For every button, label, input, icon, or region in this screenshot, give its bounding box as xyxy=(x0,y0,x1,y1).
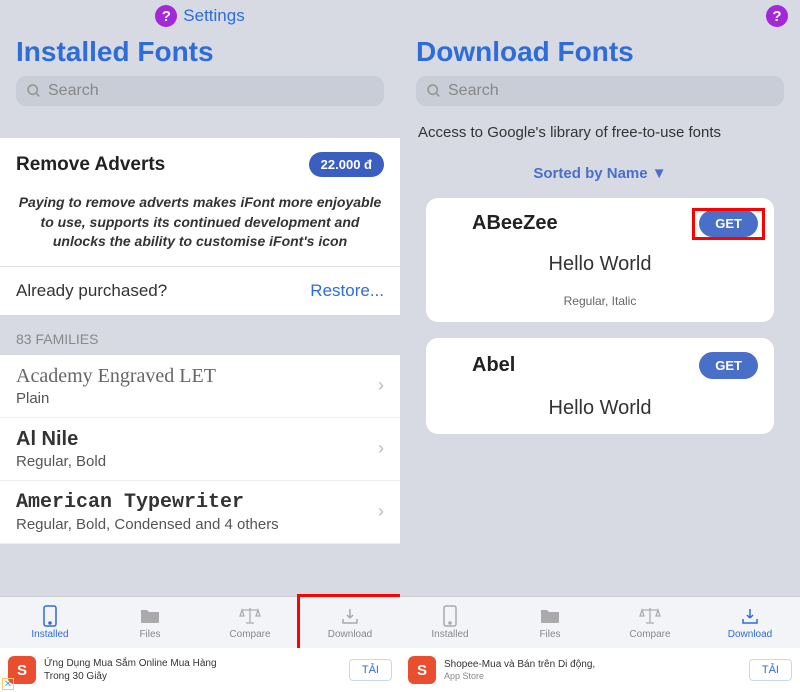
ad-close-icon[interactable]: ✕ xyxy=(2,678,14,690)
font-name: Al Nile xyxy=(16,428,106,451)
font-card[interactable]: Abel GET Hello World xyxy=(426,338,774,434)
search-input[interactable]: Search xyxy=(416,76,784,106)
search-placeholder: Search xyxy=(48,82,99,100)
font-card-styles: Regular, Italic xyxy=(442,294,758,308)
remove-adverts-card: Remove Adverts 22.000 đ Paying to remove… xyxy=(0,138,400,315)
tab-label: Installed xyxy=(31,629,68,640)
search-icon xyxy=(26,83,42,99)
tab-installed[interactable]: Installed xyxy=(400,597,500,648)
font-preview: Hello World xyxy=(442,253,758,276)
settings-link[interactable]: Settings xyxy=(183,6,244,26)
download-icon xyxy=(739,605,761,627)
ad-install-button[interactable]: TẢI xyxy=(349,659,392,681)
search-placeholder: Search xyxy=(448,82,499,100)
top-bar-left: ? Settings xyxy=(0,0,400,32)
font-row[interactable]: American Typewriter Regular, Bold, Conde… xyxy=(0,481,400,544)
library-subtitle: Access to Google's library of free-to-us… xyxy=(400,118,800,153)
tab-bar: Installed Files Compare Download xyxy=(0,596,400,648)
font-row[interactable]: Al Nile Regular, Bold › xyxy=(0,418,400,481)
tab-label: Compare xyxy=(229,629,270,640)
tab-compare[interactable]: Compare xyxy=(600,597,700,648)
price-badge[interactable]: 22.000 đ xyxy=(309,152,384,177)
purchased-label: Already purchased? xyxy=(16,281,167,301)
tab-label: Compare xyxy=(629,629,670,640)
families-header: 83 FAMILIES xyxy=(0,315,400,355)
search-icon xyxy=(426,83,442,99)
get-button[interactable]: GET xyxy=(699,352,758,379)
tab-files[interactable]: Files xyxy=(500,597,600,648)
left-panel: ? Settings Installed Fonts Search Remove… xyxy=(0,0,400,692)
tab-compare[interactable]: Compare xyxy=(200,597,300,648)
adverts-description: Paying to remove adverts makes iFont mor… xyxy=(0,191,400,266)
download-icon xyxy=(339,605,361,627)
tab-label: Download xyxy=(328,629,372,640)
tab-label: Download xyxy=(728,629,772,640)
font-styles: Regular, Bold xyxy=(16,453,106,470)
phone-icon xyxy=(439,605,461,627)
folder-icon xyxy=(539,605,561,627)
tab-installed[interactable]: Installed xyxy=(0,597,100,648)
ad-install-button[interactable]: TẢI xyxy=(749,659,792,681)
tab-label: Files xyxy=(539,629,560,640)
scale-icon xyxy=(239,605,261,627)
get-button[interactable]: GET xyxy=(699,210,758,237)
phone-icon xyxy=(39,605,61,627)
font-styles: Plain xyxy=(16,390,216,407)
font-name: American Typewriter xyxy=(16,491,279,514)
help-icon[interactable]: ? xyxy=(766,5,788,27)
font-name: Academy Engraved LET xyxy=(16,365,216,388)
ad-text: Ứng Dụng Mua Sắm Online Mua Hàng Trong 3… xyxy=(44,657,343,683)
tab-files[interactable]: Files xyxy=(100,597,200,648)
search-input[interactable]: Search xyxy=(16,76,384,106)
top-bar-right: ? xyxy=(400,0,800,32)
ad-strip[interactable]: S Shopee-Mua và Bán trên Di động, App St… xyxy=(400,648,800,692)
folder-icon xyxy=(139,605,161,627)
font-card-name: ABeeZee xyxy=(472,212,558,235)
page-title: Installed Fonts xyxy=(0,32,400,76)
help-icon[interactable]: ? xyxy=(155,5,177,27)
scale-icon xyxy=(639,605,661,627)
remove-adverts-title: Remove Adverts xyxy=(16,154,165,176)
font-card[interactable]: ABeeZee GET Hello World Regular, Italic xyxy=(426,198,774,322)
sort-dropdown[interactable]: Sorted by Name ▼ xyxy=(400,153,800,198)
ad-app-icon: S xyxy=(408,656,436,684)
chevron-right-icon: › xyxy=(378,501,384,522)
tab-label: Installed xyxy=(431,629,468,640)
ad-strip[interactable]: ✕ S Ứng Dụng Mua Sắm Online Mua Hàng Tro… xyxy=(0,648,400,692)
tab-download[interactable]: Download xyxy=(700,597,800,648)
tab-label: Files xyxy=(139,629,160,640)
font-styles: Regular, Bold, Condensed and 4 others xyxy=(16,516,279,533)
font-card-name: Abel xyxy=(472,354,515,377)
font-preview: Hello World xyxy=(442,397,758,420)
font-row[interactable]: Academy Engraved LET Plain › xyxy=(0,355,400,418)
tab-download[interactable]: Download xyxy=(300,597,400,648)
tab-bar: Installed Files Compare Download xyxy=(400,596,800,648)
right-panel: ? Download Fonts Search Access to Google… xyxy=(400,0,800,692)
page-title: Download Fonts xyxy=(400,32,800,76)
ad-text: Shopee-Mua và Bán trên Di động, App Stor… xyxy=(444,658,743,683)
restore-button[interactable]: Restore... xyxy=(310,281,384,301)
chevron-right-icon: › xyxy=(378,438,384,459)
chevron-right-icon: › xyxy=(378,375,384,396)
